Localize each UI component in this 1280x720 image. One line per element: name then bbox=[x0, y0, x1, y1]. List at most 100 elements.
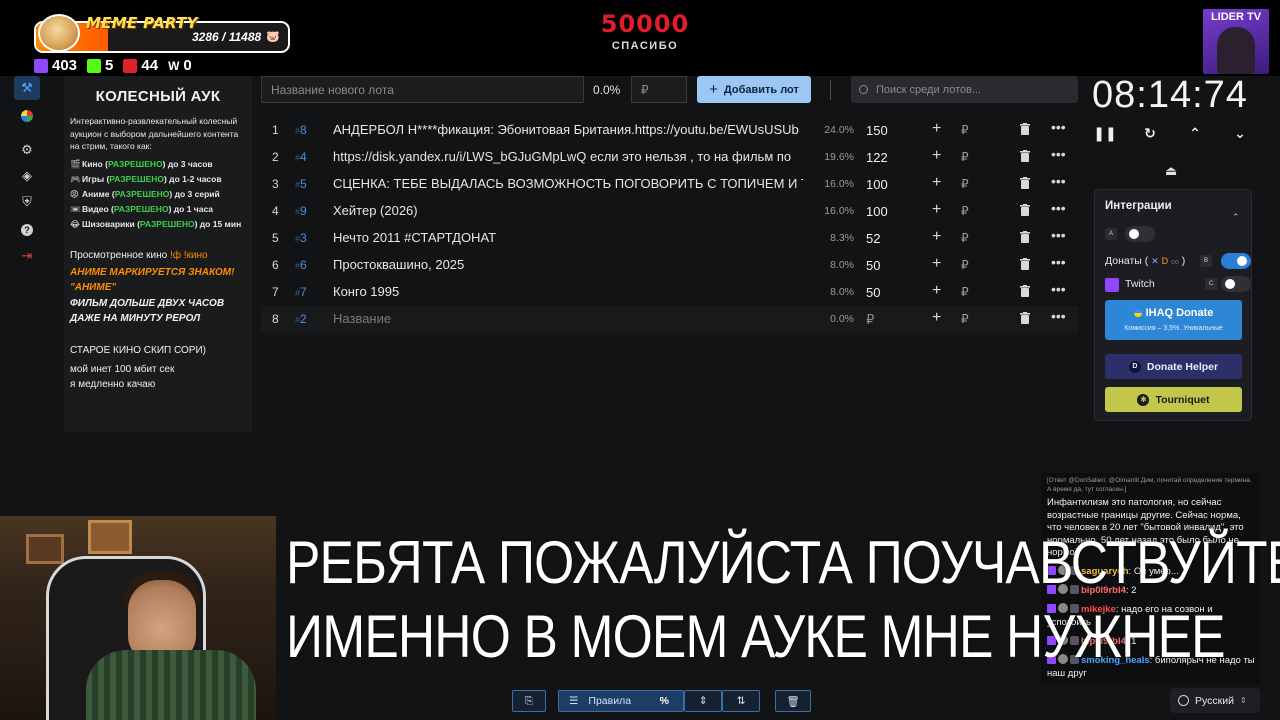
toolbar-sort-button[interactable]: ⇅ bbox=[722, 690, 760, 712]
delete-lot-button[interactable] bbox=[1020, 177, 1030, 189]
new-lot-amount-input[interactable]: ₽ bbox=[631, 76, 687, 103]
percent-toggle[interactable]: % bbox=[660, 695, 669, 707]
sidebar-item-security[interactable]: ⛨ bbox=[14, 190, 40, 214]
stream-caption: РЕБЯТА ПОЖАЛУЙСТА ПОУЧАВСТВУЙТЕ ИМЕННО В… bbox=[286, 526, 1280, 674]
lot-name-input[interactable]: Название bbox=[333, 311, 803, 326]
donationalerts-icon: D bbox=[1161, 256, 1169, 266]
lot-search-input[interactable]: Поиск среди лотов... bbox=[851, 76, 1078, 103]
add-amount-button[interactable]: + bbox=[932, 255, 941, 273]
sidebar-item-logout[interactable]: ⇥ bbox=[14, 244, 40, 268]
delete-lot-button[interactable] bbox=[1020, 285, 1030, 297]
layers-icon: ◈ bbox=[22, 168, 32, 183]
lot-name-input[interactable]: Хейтер (2026) bbox=[333, 203, 803, 218]
stat-twitch: 403 bbox=[34, 57, 77, 74]
chevron-up-icon[interactable]: ⌃ bbox=[1232, 212, 1240, 223]
sidebar-item-help[interactable]: ? bbox=[14, 218, 40, 242]
sidebar-item-auction[interactable]: ⚒ bbox=[14, 76, 40, 100]
delete-lot-button[interactable] bbox=[1020, 258, 1030, 270]
add-amount-input[interactable]: ₽ bbox=[961, 204, 969, 218]
sidebar-item-layers[interactable]: ◈ bbox=[14, 164, 40, 188]
more-options-button[interactable]: ••• bbox=[1051, 281, 1066, 297]
more-options-button[interactable]: ••• bbox=[1051, 146, 1066, 162]
film-line-1: ФИЛЬМ ДОЛЬШЕ ДВУХ ЧАСОВ bbox=[70, 297, 225, 309]
all-integrations-toggle[interactable] bbox=[1125, 226, 1155, 242]
more-options-button[interactable]: ••• bbox=[1051, 173, 1066, 189]
add-amount-button[interactable]: + bbox=[932, 201, 941, 219]
toolbar-clipboard-button[interactable]: ⎘ bbox=[512, 690, 546, 712]
add-amount-input[interactable]: ₽ bbox=[961, 312, 969, 326]
lot-name-input[interactable]: Конго 1995 bbox=[333, 284, 803, 299]
delete-lot-button[interactable] bbox=[1020, 231, 1030, 243]
add-amount-button[interactable]: + bbox=[932, 174, 941, 192]
lot-name-input[interactable]: СЦЕНКА: ТЕБЕ ВЫДАЛАСЬ ВОЗМОЖНОСТЬ ПОГОВО… bbox=[333, 176, 803, 191]
lot-row: 6 #6 Простоквашино, 2025 8.0% 50 + ₽ ••• bbox=[261, 252, 1078, 279]
reset-button[interactable]: ↻ bbox=[1139, 122, 1161, 144]
tourniquet-button[interactable]: ✱ Tourniquet bbox=[1105, 387, 1242, 412]
lot-amount[interactable]: 150 bbox=[866, 123, 888, 138]
lot-amount[interactable]: 100 bbox=[866, 204, 888, 219]
delete-lot-button[interactable] bbox=[1020, 150, 1030, 162]
watched-prefix: Просмотренное кино bbox=[70, 249, 170, 261]
ihaq-donate-button[interactable]: IHAQ Donate Комиссия – 3,5%. Уникальные bbox=[1105, 300, 1242, 340]
more-options-button[interactable]: ••• bbox=[1051, 227, 1066, 243]
add-amount-input[interactable]: ₽ bbox=[961, 285, 969, 299]
rules-button[interactable]: ☰ Правила % bbox=[558, 690, 684, 712]
lot-name-input[interactable]: АНДЕРБОЛ Н****фикация: Эбонитовая Британ… bbox=[333, 122, 803, 137]
ihaq-title-text: IHAQ Donate bbox=[1145, 307, 1214, 319]
delete-lot-button[interactable] bbox=[1020, 204, 1030, 216]
add-amount-input[interactable]: ₽ bbox=[961, 231, 969, 245]
add-amount-button[interactable]: + bbox=[932, 309, 941, 327]
live-icon bbox=[123, 58, 138, 73]
lot-amount[interactable]: ₽ bbox=[866, 312, 874, 328]
donate-helper-button[interactable]: D Donate Helper bbox=[1105, 354, 1242, 379]
lot-amount[interactable]: 52 bbox=[866, 231, 880, 246]
decrease-time-button[interactable]: ⌄ bbox=[1229, 122, 1251, 144]
more-options-button[interactable]: ••• bbox=[1051, 200, 1066, 216]
toolbar-clear-button[interactable]: 🗑 bbox=[775, 690, 811, 712]
lot-amount[interactable]: 50 bbox=[866, 258, 880, 273]
lot-name-input[interactable]: Нечто 2011 #СТАРТДОНАТ bbox=[333, 230, 803, 245]
webcam-person-shirt bbox=[86, 650, 256, 720]
pause-button[interactable]: ❚❚ bbox=[1093, 122, 1116, 144]
lot-amount[interactable]: 100 bbox=[866, 177, 888, 192]
rule-emoji-icon: 😡 bbox=[70, 188, 79, 199]
add-amount-button[interactable]: + bbox=[932, 228, 941, 246]
add-amount-input[interactable]: ₽ bbox=[961, 258, 969, 272]
delete-lot-button[interactable] bbox=[1020, 312, 1030, 324]
gavel-icon: ⚒ bbox=[21, 80, 33, 95]
twitch-toggle[interactable] bbox=[1221, 276, 1251, 292]
increase-time-button[interactable]: ⌃ bbox=[1184, 122, 1206, 144]
lot-amount[interactable]: 50 bbox=[866, 285, 880, 300]
meme-party-title: MEME PARTY bbox=[86, 14, 198, 32]
logout-icon: ⇥ bbox=[21, 248, 33, 263]
add-amount-button[interactable]: + bbox=[932, 282, 941, 300]
toolbar-split-button[interactable]: ⇕ bbox=[684, 690, 722, 712]
trash-icon bbox=[1020, 177, 1030, 189]
collapse-icon[interactable]: ⏏ bbox=[1165, 163, 1177, 179]
lot-name-input[interactable]: https://disk.yandex.ru/i/LWS_bGJuGMpLwQ … bbox=[333, 149, 803, 164]
lot-amount[interactable]: 122 bbox=[866, 150, 888, 165]
add-amount-button[interactable]: + bbox=[932, 147, 941, 165]
language-select[interactable]: Русский ⇕ bbox=[1170, 688, 1260, 713]
add-amount-button[interactable]: + bbox=[932, 120, 941, 138]
add-amount-input[interactable]: ₽ bbox=[961, 123, 969, 137]
add-lot-button[interactable]: + Добавить лот bbox=[697, 76, 811, 103]
sidebar-item-settings[interactable]: ⚙ bbox=[14, 138, 40, 162]
add-amount-input[interactable]: ₽ bbox=[961, 177, 969, 191]
more-options-button[interactable]: ••• bbox=[1051, 254, 1066, 270]
stream-overlay-top: MEME PARTY 3286 / 11488 🐷 403 5 44 W0 50… bbox=[0, 0, 1280, 76]
add-amount-input[interactable]: ₽ bbox=[961, 150, 969, 164]
more-options-button[interactable]: ••• bbox=[1051, 308, 1066, 324]
new-lot-name-input[interactable]: Название нового лота bbox=[261, 76, 584, 103]
rule-post: ) до 15 мин bbox=[194, 218, 242, 229]
delete-lot-button[interactable] bbox=[1020, 123, 1030, 135]
rule-emoji-icon: 📼 bbox=[70, 203, 81, 214]
donations-toggle[interactable] bbox=[1221, 253, 1251, 269]
watched-line: Просмотренное кино !ф !кино bbox=[70, 250, 246, 261]
watched-command: !ф !кино bbox=[170, 249, 208, 261]
timer-controls: ❚❚ ↻ ⌃ ⌄ bbox=[1093, 122, 1254, 144]
more-options-button[interactable]: ••• bbox=[1051, 119, 1066, 135]
sidebar-item-wheel[interactable] bbox=[14, 104, 40, 128]
lot-name-input[interactable]: Простоквашино, 2025 bbox=[333, 257, 803, 272]
clipboard-icon: ⎘ bbox=[524, 694, 534, 707]
